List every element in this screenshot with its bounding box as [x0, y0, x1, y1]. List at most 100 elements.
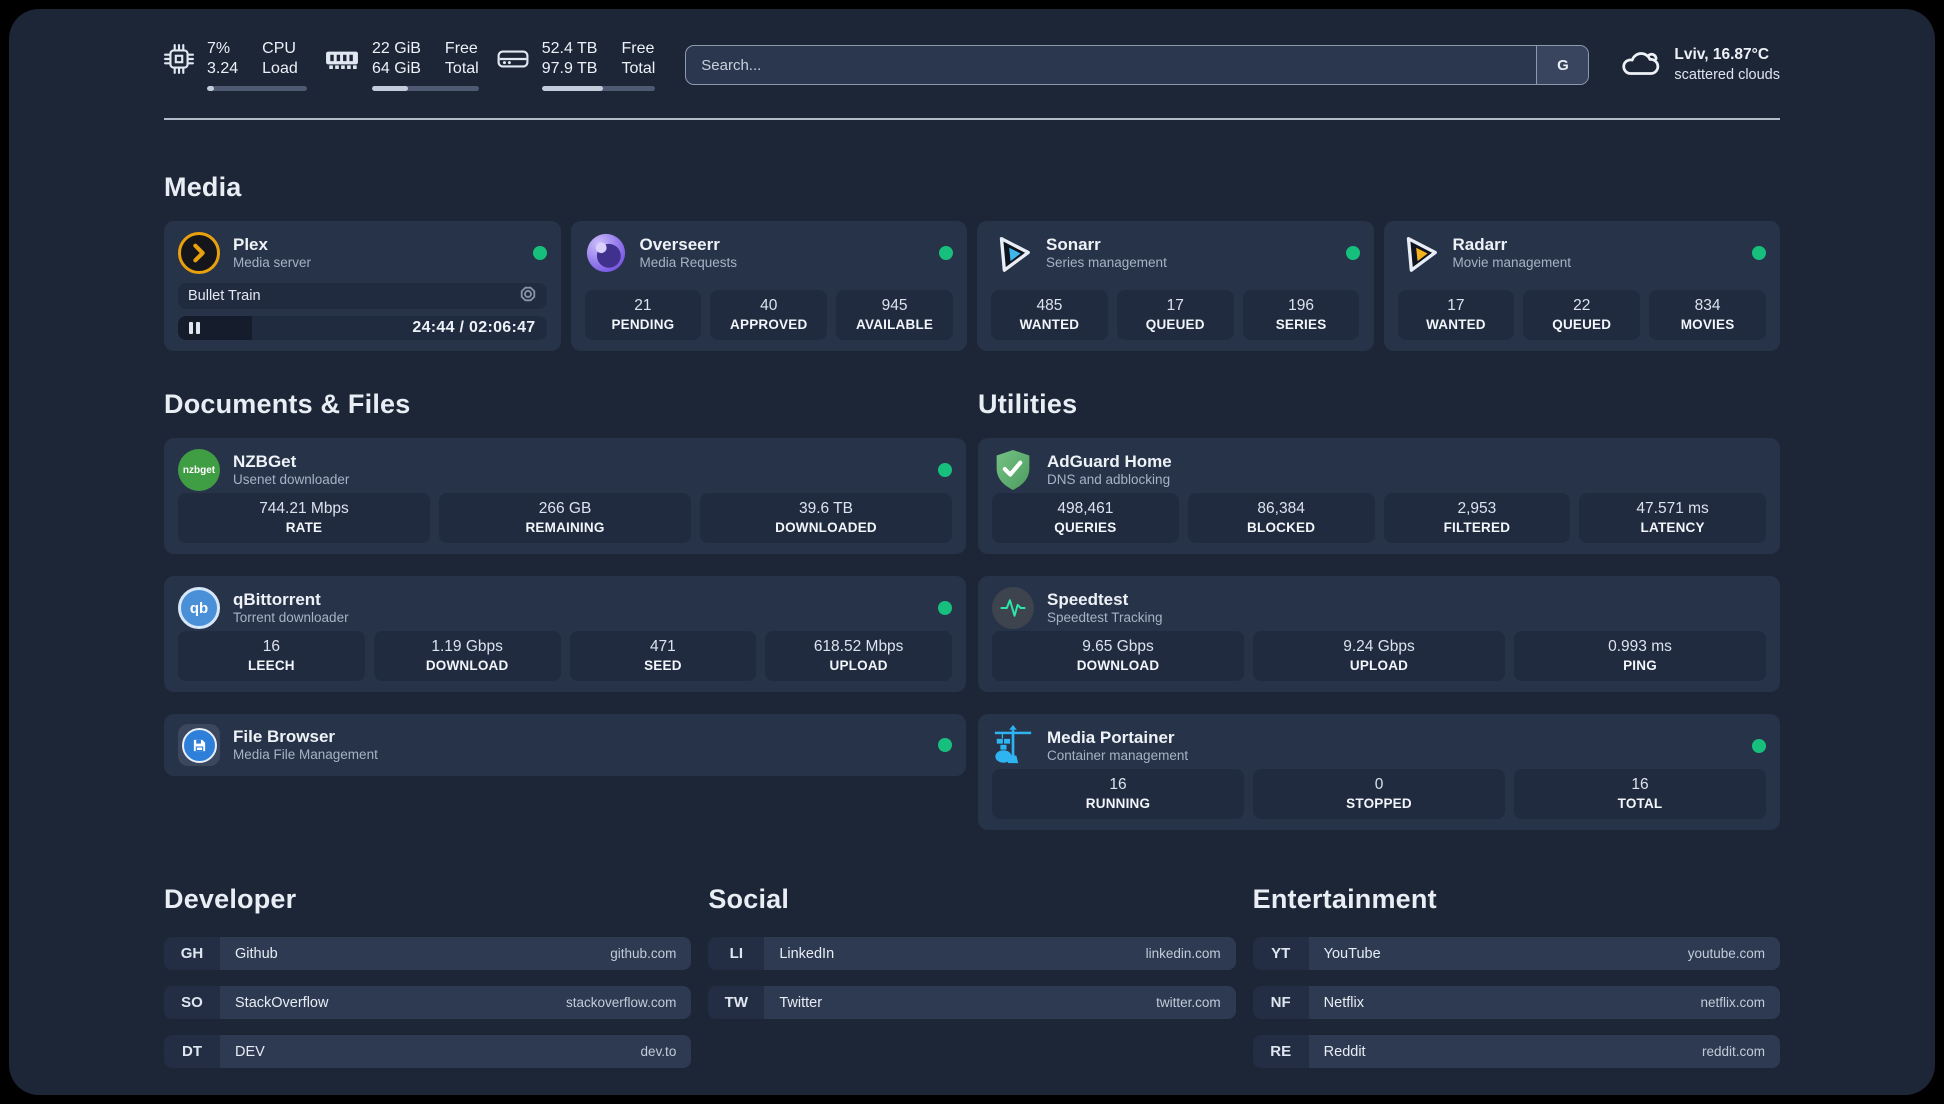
memory-free: 22 GiB [372, 40, 421, 57]
app-subtitle: Usenet downloader [233, 472, 350, 488]
stat-box: 945 AVAILABLE [836, 290, 953, 340]
disk-progress-bar [541, 86, 656, 91]
sonarr-icon [991, 232, 1033, 274]
stat-box: 471 SEED [569, 631, 757, 681]
app-name: AdGuard Home [1047, 451, 1172, 471]
bookmark-github[interactable]: GH Github github.com [164, 937, 692, 970]
pause-icon[interactable] [189, 321, 200, 334]
app-name: NZBGet [233, 451, 297, 471]
weather-location-temp: Lviv, 16.87°C [1674, 46, 1770, 63]
stat-box: 196 SERIES [1242, 290, 1360, 340]
nzbget-icon: nzbget [178, 449, 220, 491]
status-online-dot [938, 738, 952, 752]
section-title-social: Social [708, 884, 790, 914]
memory-icon [325, 47, 359, 71]
stat-box: 1.19 Gbps DOWNLOAD [373, 631, 561, 681]
stat-box: 744.21 Mbps RATE [178, 493, 430, 543]
bookmark-abbr: SO [164, 986, 220, 1019]
plex-icon [178, 232, 220, 274]
app-name: Overseerr [639, 234, 720, 254]
settings-icon[interactable] [519, 285, 537, 307]
stat-box: 618.52 Mbps UPLOAD [765, 631, 952, 681]
top-bar: 7% 3.24 CPU Load 22 GiB 64 GiB Free Tota… [164, 39, 1780, 91]
bookmark-abbr: LI [708, 937, 765, 970]
bookmark-abbr: YT [1252, 937, 1309, 970]
app-card-plex[interactable]: Plex Media server Bullet Train 24:44 / 0… [164, 221, 561, 351]
bookmark-netflix[interactable]: NF Netflix netflix.com [1252, 986, 1780, 1019]
cpu-chip-icon [164, 44, 194, 74]
bookmark-linkedin[interactable]: LI LinkedIn linkedin.com [708, 937, 1236, 970]
search-engine-button[interactable]: G [1536, 46, 1589, 84]
dashboard-content: 7% 3.24 CPU Load 22 GiB 64 GiB Free Tota… [164, 9, 1780, 1068]
stat-box: 22 QUEUED [1523, 290, 1641, 340]
filebrowser-icon [178, 724, 220, 766]
section-title-entertainment: Entertainment [1252, 884, 1437, 914]
app-card-speedtest[interactable]: Speedtest Speedtest Tracking 9.65 Gbps D… [978, 576, 1780, 692]
app-name: File Browser [233, 726, 336, 746]
app-subtitle: Movie management [1452, 255, 1572, 271]
disk-total-label: Total [621, 60, 656, 77]
app-subtitle: Speedtest Tracking [1047, 610, 1163, 626]
weather-condition: scattered clouds [1674, 67, 1780, 83]
section-entertainment: Entertainment YT YouTube youtube.com NF … [1252, 884, 1780, 1068]
playback-progress-bar: 24:44 / 02:06:47 [178, 315, 547, 340]
stat-box: 17 WANTED [1397, 290, 1515, 340]
bookmark-reddit[interactable]: RE Reddit reddit.com [1252, 1035, 1780, 1068]
app-subtitle: DNS and adblocking [1047, 472, 1171, 488]
stat-box: 40 APPROVED [710, 290, 828, 340]
stat-box: 498,461 QUERIES [992, 493, 1179, 543]
app-card-portainer[interactable]: Media Portainer Container management 16 … [978, 714, 1780, 830]
system-metrics: 7% 3.24 CPU Load 22 GiB 64 GiB Free Tota… [164, 39, 656, 91]
memory-total-label: Total [444, 60, 479, 77]
section-developer: Developer GH Github github.com SO StackO… [164, 884, 692, 1068]
app-subtitle: Media server [233, 255, 312, 271]
cpu-percent: 7% [207, 40, 231, 57]
status-online-dot [939, 246, 953, 260]
disk-total: 97.9 TB [541, 60, 598, 77]
status-online-dot [1752, 739, 1766, 753]
stat-box: 16 TOTAL [1514, 769, 1766, 819]
cpu-label: CPU [262, 40, 296, 57]
app-card-qbittorrent[interactable]: qb qBittorrent Torrent downloader 16 LEE… [164, 576, 966, 692]
memory-progress-bar [372, 86, 479, 91]
app-card-overseerr[interactable]: Overseerr Media Requests 21 PENDING 40 A… [570, 221, 967, 351]
app-subtitle: Container management [1047, 748, 1189, 764]
bookmark-abbr: DT [164, 1035, 220, 1068]
status-online-dot [532, 246, 547, 260]
search-bar: G [685, 45, 1590, 85]
app-card-adguard[interactable]: AdGuard Home DNS and adblocking 498,461 … [978, 438, 1780, 554]
stat-box: 86,384 BLOCKED [1187, 493, 1375, 543]
stat-box: 16 LEECH [178, 631, 365, 681]
app-card-radarr[interactable]: Radarr Movie management 17 WANTED 22 QUE… [1383, 221, 1780, 351]
app-card-nzbget[interactable]: nzbget NZBGet Usenet downloader 744.21 M… [164, 438, 966, 554]
stat-box: 17 QUEUED [1116, 290, 1234, 340]
overseerr-icon [585, 232, 627, 274]
bookmark-dev[interactable]: DT DEV dev.to [164, 1035, 692, 1068]
status-online-dot [938, 463, 952, 477]
metric-cpu: 7% 3.24 CPU Load [164, 39, 307, 91]
app-name: Speedtest [1047, 589, 1129, 609]
cpu-progress-bar [207, 86, 307, 91]
app-card-sonarr[interactable]: Sonarr Series management 485 WANTED 17 Q… [977, 221, 1374, 351]
bookmark-stackoverflow[interactable]: SO StackOverflow stackoverflow.com [164, 986, 692, 1019]
section-documents: Documents & Files nzbget NZBGet Usenet d… [164, 351, 966, 830]
cpu-load-label: Load [262, 60, 298, 77]
now-playing-title: Bullet Train [188, 287, 261, 304]
disk-free: 52.4 TB [541, 40, 598, 57]
cloud-icon [1619, 47, 1661, 84]
metric-memory: 22 GiB 64 GiB Free Total [325, 39, 479, 91]
stat-box: 47.571 ms LATENCY [1579, 493, 1766, 543]
weather-widget: Lviv, 16.87°C scattered clouds [1619, 45, 1780, 85]
header-divider [164, 118, 1780, 120]
stat-box: 16 RUNNING [992, 769, 1244, 819]
cpu-load-avg: 3.24 [207, 60, 239, 77]
app-card-filebrowser[interactable]: File Browser Media File Management [164, 714, 966, 776]
bookmark-twitter[interactable]: TW Twitter twitter.com [708, 986, 1236, 1019]
section-title-utilities: Utilities [978, 389, 1078, 419]
adguard-icon [992, 449, 1034, 491]
search-input[interactable] [686, 46, 1537, 84]
bookmark-abbr: TW [708, 986, 765, 1019]
app-subtitle: Series management [1046, 255, 1167, 271]
app-name: Radarr [1452, 234, 1508, 254]
bookmark-youtube[interactable]: YT YouTube youtube.com [1252, 937, 1780, 970]
